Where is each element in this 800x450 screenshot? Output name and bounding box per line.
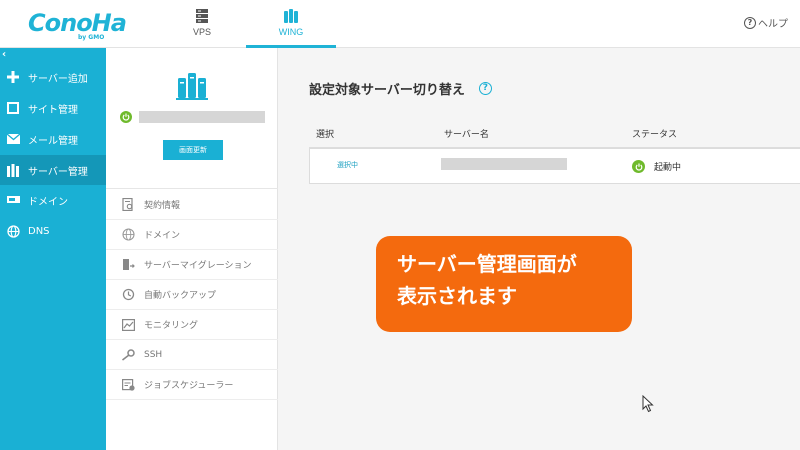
- menu-item-migration[interactable]: サーバーマイグレーション: [106, 250, 278, 280]
- column-header-select: 選択: [316, 130, 335, 140]
- sidebar-item-label: サイト管理: [28, 104, 78, 116]
- table-row[interactable]: 選択中 起動中: [309, 148, 800, 184]
- server-large-icon: [176, 73, 208, 100]
- chart-icon: [121, 318, 135, 332]
- tab-wing[interactable]: WING: [246, 0, 336, 48]
- menu-item-monitoring[interactable]: モニタリング: [106, 310, 278, 340]
- sidebar-item-mail[interactable]: メール管理: [0, 124, 106, 154]
- question-icon[interactable]: ?: [478, 82, 492, 95]
- domain-icon: [6, 193, 20, 207]
- menu-item-label: ジョブスケジューラー: [144, 381, 234, 391]
- menu-item-contract[interactable]: 契約情報: [106, 190, 278, 220]
- sidebar-item-label: DNS: [28, 225, 50, 237]
- panel-divider: [106, 188, 278, 189]
- plus-icon: [6, 70, 20, 84]
- sidebar-item-label: メール管理: [28, 135, 78, 147]
- tab-vps-label: VPS: [192, 27, 211, 37]
- mail-icon: [6, 132, 20, 146]
- server-status-row: [120, 111, 265, 123]
- menu-item-label: 契約情報: [144, 201, 181, 211]
- sidebar-item-domain[interactable]: ドメイン: [0, 185, 106, 215]
- menu-item-scheduler[interactable]: ジョブスケジューラー: [106, 370, 278, 400]
- window-icon: [6, 101, 20, 115]
- tab-vps[interactable]: VPS: [157, 0, 247, 48]
- power-on-icon: [120, 111, 132, 123]
- power-on-icon: [632, 160, 645, 173]
- sidebar-item-label: ドメイン: [28, 196, 68, 208]
- mouse-cursor-icon: [642, 395, 654, 413]
- menu-item-label: ドメイン: [144, 231, 181, 241]
- logo-sub: by GMO: [78, 34, 105, 41]
- server-icon: [196, 9, 208, 23]
- help-link[interactable]: ? ヘルプ: [744, 15, 788, 30]
- contract-icon: [121, 198, 135, 212]
- sidebar-item-server[interactable]: サーバー管理: [0, 155, 106, 185]
- callout-line-1: サーバー管理画面が: [397, 252, 577, 276]
- menu-item-label: サーバーマイグレーション: [144, 261, 252, 271]
- help-icon: ?: [744, 16, 756, 29]
- backup-clock-icon: [121, 288, 135, 302]
- page-title: 設定対象サーバー切り替え ?: [309, 79, 492, 98]
- wing-server-icon: [284, 9, 298, 23]
- collapse-chevron-icon[interactable]: ‹: [2, 49, 6, 60]
- menu-item-ssh[interactable]: SSH: [106, 340, 278, 370]
- select-state[interactable]: 選択中: [337, 160, 358, 170]
- sidebar-item-dns[interactable]: DNS: [0, 216, 106, 246]
- left-sidebar: ‹ サーバー追加 サイト管理 メール管理 サーバー管理 ドメイン DNS: [0, 48, 106, 450]
- sidebar-item-site[interactable]: サイト管理: [0, 93, 106, 123]
- masked-server-name: [139, 111, 265, 123]
- menu-item-label: SSH: [144, 349, 163, 360]
- menu-item-label: 自動バックアップ: [144, 291, 217, 301]
- domain-globe-icon: [121, 228, 135, 242]
- key-icon: [121, 348, 135, 362]
- conoha-logo[interactable]: ConoHa by GMO: [28, 9, 127, 41]
- server-panel: 画面更新 契約情報 ドメイン サーバーマイグレーション 自動バックアップ モニタ…: [106, 48, 278, 450]
- status-cell: 起動中: [632, 160, 681, 173]
- top-header: ConoHa by GMO VPS WING ? ヘルプ: [0, 0, 800, 48]
- sidebar-item-label: サーバー追加: [28, 73, 88, 85]
- sidebar-item-add-server[interactable]: サーバー追加: [0, 62, 106, 92]
- callout-line-2: 表示されます: [397, 284, 517, 308]
- refresh-button[interactable]: 画面更新: [163, 140, 223, 160]
- status-text: 起動中: [654, 163, 682, 173]
- menu-item-label: モニタリング: [144, 321, 199, 331]
- column-header-server-name: サーバー名: [444, 130, 489, 140]
- menu-item-backup[interactable]: 自動バックアップ: [106, 280, 278, 310]
- column-header-status: ステータス: [632, 130, 678, 140]
- scheduler-icon: [121, 378, 135, 392]
- masked-server-name: [441, 158, 567, 170]
- page-title-text: 設定対象サーバー切り替え: [309, 83, 465, 98]
- migration-icon: [121, 258, 135, 272]
- menu-item-domain[interactable]: ドメイン: [106, 220, 278, 250]
- server-icon: [6, 163, 20, 177]
- help-label: ヘルプ: [758, 19, 788, 30]
- tab-wing-label: WING: [278, 27, 304, 37]
- globe-icon: [6, 224, 20, 238]
- logo-text: ConoHa: [28, 9, 127, 37]
- sidebar-item-label: サーバー管理: [28, 166, 88, 178]
- callout-box: サーバー管理画面が 表示されます: [376, 236, 632, 332]
